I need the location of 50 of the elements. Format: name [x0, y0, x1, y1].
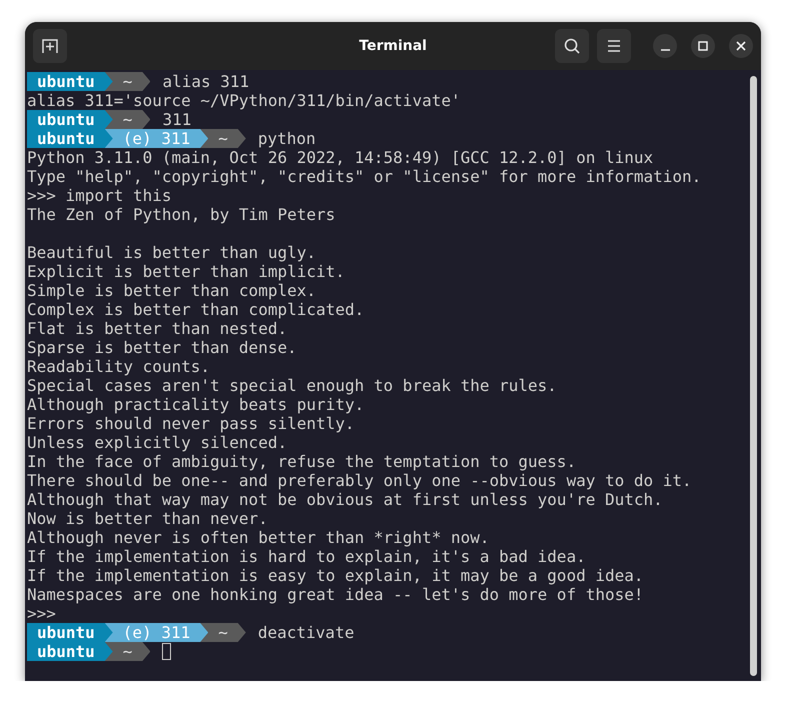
output-line: Sparse is better than dense. — [27, 338, 297, 357]
output-line: Although that way may not be obvious at first unless you're Dutch. — [27, 490, 663, 509]
prompt-user-segment: ubuntu — [27, 623, 113, 642]
output-line: There should be one-- and preferably only one --obvious way to do it. — [27, 471, 692, 490]
output-line: Namespaces are one honking great idea -- let's do more of those! — [27, 585, 644, 604]
output-line: Python 3.11.0 (main, Oct 26 2022, 14:58:49) [GCC 12.2.0] on linux — [27, 148, 654, 167]
scrollbar[interactable] — [750, 76, 757, 676]
command-text: alias 311 — [162, 72, 250, 91]
maximize-icon — [698, 41, 708, 51]
output-line: >>> — [27, 604, 56, 623]
command-text: deactivate — [258, 623, 354, 642]
output-line: Beautiful is better than ugly. — [27, 243, 316, 262]
command-text: 311 — [162, 110, 192, 129]
output-line: Errors should never pass silently. — [27, 414, 355, 433]
output-line: Although never is often better than *right* now. — [27, 528, 490, 547]
prompt-env-segment: (e) 311 — [104, 623, 208, 642]
output-line: Explicit is better than implicit. — [27, 262, 345, 281]
output-line: Flat is better than nested. — [27, 319, 288, 338]
output-line: In the face of ambiguity, refuse the temptation to guess. — [27, 452, 576, 471]
prompt-user-segment: ubuntu — [27, 110, 113, 129]
output-line: Although practicality beats purity. — [27, 395, 364, 414]
minimize-button[interactable] — [653, 34, 677, 58]
output-line: Readability counts. — [27, 357, 210, 376]
output-line: alias 311='source ~/VPython/311/bin/activate' — [27, 91, 460, 110]
output-line: If the implementation is hard to explain, it's a bad idea. — [27, 547, 586, 566]
window-title: Terminal — [359, 38, 427, 54]
minimize-icon — [660, 48, 670, 50]
prompt-user-segment: ubuntu — [27, 642, 113, 661]
prompt-user-segment: ubuntu — [27, 72, 113, 91]
close-icon — [736, 41, 746, 51]
search-button[interactable] — [555, 29, 589, 63]
search-icon — [563, 37, 581, 55]
prompt-user-segment: ubuntu — [27, 129, 113, 148]
output-line: Unless explicitly silenced. — [27, 433, 288, 452]
menu-icon — [606, 39, 622, 53]
maximize-button[interactable] — [691, 34, 715, 58]
output-line: >>> import this — [27, 186, 172, 205]
new-tab-button[interactable] — [33, 29, 67, 63]
close-button[interactable] — [729, 34, 753, 58]
output-line: Special cases aren't special enough to break the rules. — [27, 376, 557, 395]
output-line: Simple is better than complex. — [27, 281, 316, 300]
output-line: If the implementation is easy to explain, it may be a good idea. — [27, 566, 644, 585]
output-line: Type "help", "copyright", "credits" or "license" for more information. — [27, 167, 702, 186]
command-text: python — [258, 129, 316, 148]
menu-button[interactable] — [597, 29, 631, 63]
output-line: Complex is better than complicated. — [27, 300, 364, 319]
output-line: Now is better than never. — [27, 509, 268, 528]
prompt-env-segment: (e) 311 — [104, 129, 208, 148]
output-line: The Zen of Python, by Tim Peters — [27, 205, 336, 224]
new-tab-icon — [41, 37, 59, 55]
